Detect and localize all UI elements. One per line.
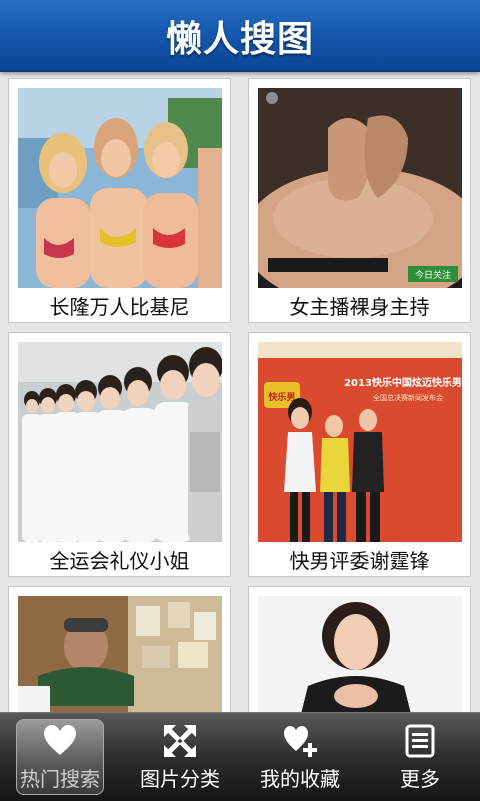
heart-plus-icon <box>284 726 317 757</box>
list-icon <box>405 724 435 758</box>
tab-label: 我的收藏 <box>260 767 340 791</box>
app-title: 懒人搜图 <box>165 19 314 60</box>
thumbnail-sub-text: 全国总决赛新闻发布会 <box>373 393 443 402</box>
tab-image-categories[interactable]: 图片分类 <box>120 713 240 801</box>
image-card[interactable] <box>248 586 471 712</box>
image-card[interactable]: 今日关注 女主播裸身主持 <box>248 78 471 323</box>
image-card[interactable] <box>8 586 231 712</box>
image-thumbnail <box>18 88 222 288</box>
tab-my-favorites[interactable]: 我的收藏 <box>240 713 360 801</box>
image-thumbnail <box>258 596 462 712</box>
expand-arrows-icon <box>164 725 196 757</box>
tab-label: 图片分类 <box>140 767 220 791</box>
tab-more[interactable]: 更多 <box>360 713 480 801</box>
bottom-tab-bar: 热门搜索 图片分类 我的收藏 更多 <box>0 712 480 801</box>
app-header: 懒人搜图 <box>0 0 480 72</box>
image-thumbnail <box>18 342 222 542</box>
image-thumbnail: 2013快乐中国炫迈快乐男声 全国总决赛新闻发布会 快乐男 <box>258 342 462 542</box>
tab-hot-search[interactable]: 热门搜索 <box>0 713 120 801</box>
image-card[interactable]: 全运会礼仪小姐 <box>8 332 231 577</box>
image-grid: 长隆万人比基尼 今日关注 女主播裸身主持 全运会礼仪小姐 2013快乐中国炫迈快… <box>0 70 480 712</box>
heart-icon <box>44 725 76 755</box>
image-caption: 快男评委谢霆锋 <box>289 549 430 573</box>
thumbnail-logo-text: 快乐男 <box>268 391 295 403</box>
image-thumbnail <box>18 596 222 712</box>
image-thumbnail: 今日关注 <box>258 88 462 288</box>
image-caption: 女主播裸身主持 <box>289 295 430 319</box>
tab-label: 更多 <box>400 767 440 791</box>
image-card[interactable]: 长隆万人比基尼 <box>8 78 231 323</box>
thumbnail-badge-text: 今日关注 <box>415 269 451 281</box>
image-caption: 全运会礼仪小姐 <box>49 549 190 573</box>
thumbnail-banner-text: 2013快乐中国炫迈快乐男声 <box>344 376 462 389</box>
image-card[interactable]: 2013快乐中国炫迈快乐男声 全国总决赛新闻发布会 快乐男 快男评委谢霆锋 <box>248 332 471 577</box>
tab-label: 热门搜索 <box>20 767 100 791</box>
image-caption: 长隆万人比基尼 <box>49 295 190 319</box>
